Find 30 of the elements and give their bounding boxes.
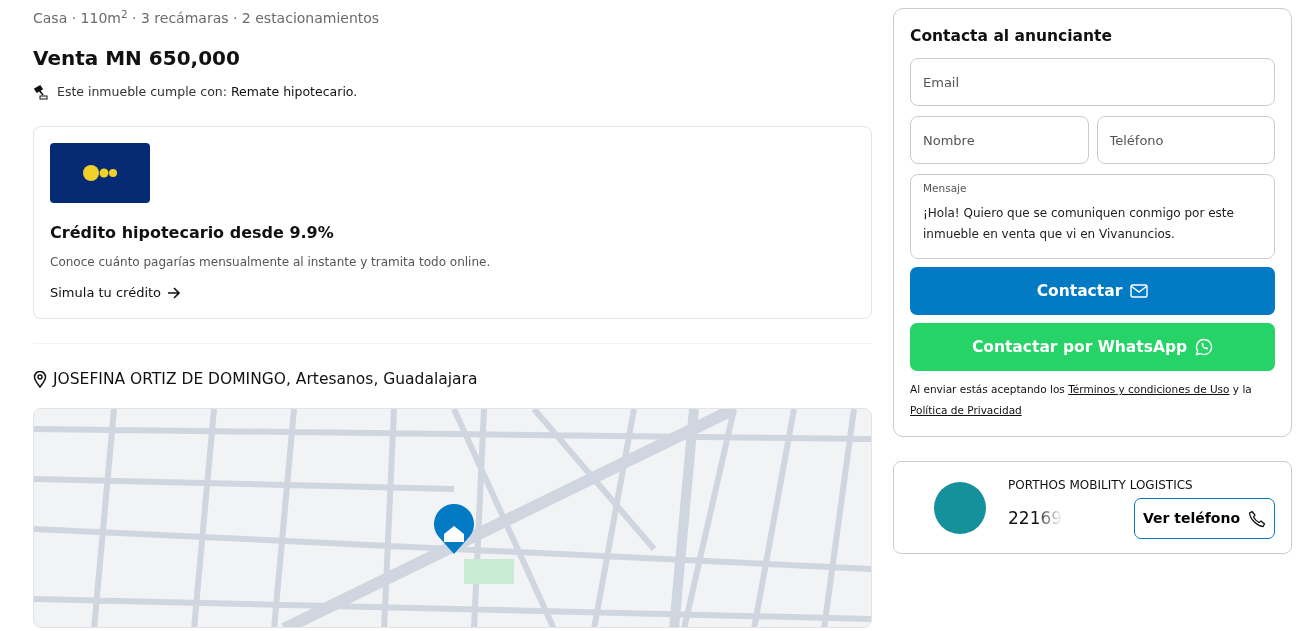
- park-area: [464, 558, 514, 584]
- envelope-icon: [1130, 284, 1149, 299]
- show-phone-button[interactable]: Ver teléfono: [1133, 498, 1275, 540]
- property-address: JOSEFINA ORTIZ DE DOMINGO, Artesanos, Guadalajara: [53, 369, 478, 391]
- map-marker-icon: [434, 503, 474, 554]
- contact-button[interactable]: Contactar: [910, 267, 1275, 316]
- phone-icon: [1248, 509, 1266, 528]
- advertiser-name: PORTHOS MOBILITY LOGISTICS: [1008, 477, 1194, 495]
- location-pin-icon: [33, 371, 47, 389]
- credit-description: Conoce cuánto pagarías mensualmente al instante y tramita todo online.: [50, 253, 492, 271]
- chat-phone-icon: [1195, 338, 1214, 357]
- input-field[interactable]: Nombre: [910, 116, 1089, 165]
- simulate-credit-link[interactable]: Simula tu crédito: [50, 282, 182, 303]
- credit-title: Crédito hipotecario desde 9.9%: [50, 221, 335, 244]
- panel-title: Contacta al anunciante: [910, 26, 1114, 47]
- listing-price: Venta MN 650,000: [33, 45, 241, 72]
- advertiser-logo: [934, 481, 986, 534]
- privacy-link[interactable]: Política de Privacidad: [910, 403, 1022, 416]
- street-map[interactable]: [33, 407, 872, 628]
- property-features: Casa · 110m$^{2}$ · 3 recámaras · 2 estacionamientos: [33, 8, 381, 28]
- partial-phone-number: 22169: [1008, 506, 1063, 530]
- terms-link[interactable]: Términos y condiciones de Uso: [1068, 383, 1230, 396]
- compliance-value: Remate hipotecario.: [230, 84, 358, 99]
- legal-notice: Al enviar estás aceptando los Términos y condiciones de Uso y la Política de Privacidad: [910, 382, 1253, 418]
- compliance-label: Este inmueble cumple con:: [57, 84, 227, 99]
- input-field[interactable]: Teléfono: [1096, 116, 1275, 165]
- message-field[interactable]: Mensaje ¡Hola! Quiero que se comuniquen conmigo por este inmueble en venta que vi en Vivanuncios.: [910, 174, 1275, 260]
- gavel-icon: [33, 84, 49, 101]
- arrow-right-icon: [167, 286, 182, 299]
- input-field[interactable]: Email: [910, 58, 1275, 107]
